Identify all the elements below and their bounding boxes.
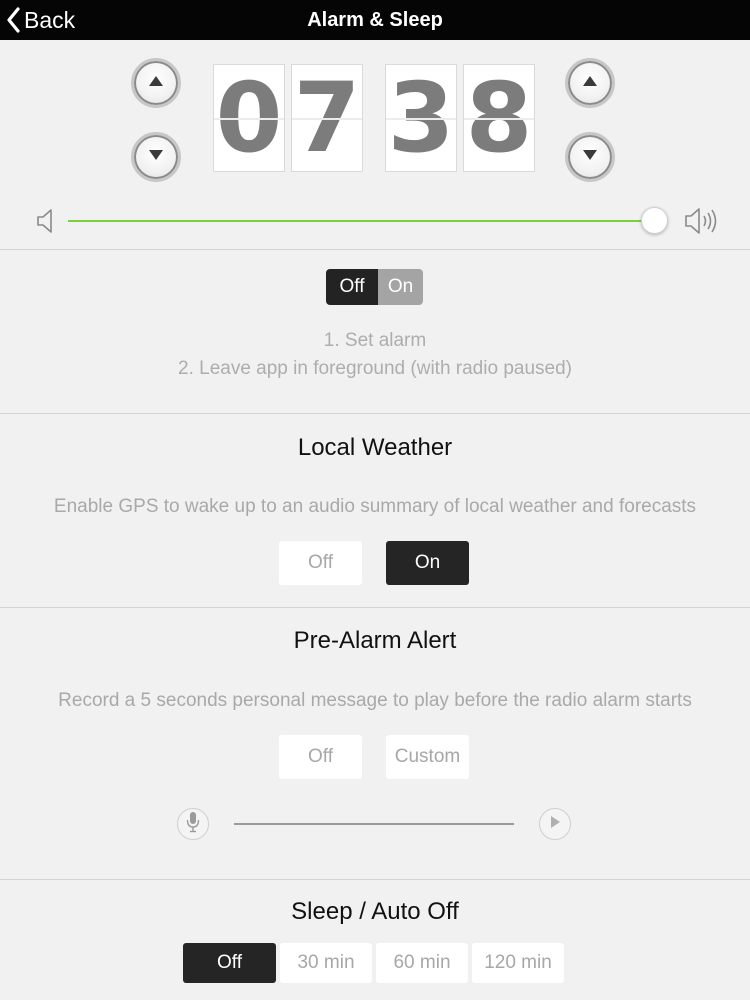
weather-on-button[interactable]: On (386, 541, 469, 585)
minute-up-button[interactable] (565, 58, 615, 108)
weather-off-button[interactable]: Off (279, 541, 362, 585)
prealarm-title: Pre-Alarm Alert (293, 627, 457, 654)
sleep-title: Sleep / Auto Off (291, 898, 459, 925)
weather-title: Local Weather (297, 434, 453, 461)
triangle-down-icon (148, 148, 164, 166)
triangle-up-icon (148, 74, 164, 92)
volume-slider-thumb[interactable] (640, 207, 668, 234)
hour-up-button[interactable] (131, 58, 181, 108)
triangle-down-icon (582, 148, 598, 166)
sleep-120min-button[interactable]: 120 min (472, 943, 564, 983)
hour-down-button[interactable] (131, 132, 181, 182)
alarm-hint-line2: 2. Leave app in foreground (with radio p… (178, 358, 572, 379)
alarm-off-button[interactable]: Off (326, 269, 378, 305)
alarm-on-button[interactable]: On (378, 269, 423, 305)
alarm-hint-line1: 1. Set alarm (323, 330, 427, 351)
divider (0, 249, 750, 250)
speaker-icon (36, 208, 56, 239)
sleep-30min-button[interactable]: 30 min (280, 943, 372, 983)
play-icon (549, 815, 561, 834)
minute-down-button[interactable] (565, 132, 615, 182)
sleep-60min-button[interactable]: 60 min (376, 943, 468, 983)
prealarm-description: Record a 5 seconds personal message to p… (58, 690, 692, 711)
play-button[interactable] (539, 808, 571, 840)
weather-description: Enable GPS to wake up to an audio summar… (53, 496, 697, 517)
hour-tens-digit: 0 (213, 64, 285, 172)
hour-ones-digit: 7 (291, 64, 363, 172)
divider (0, 607, 750, 608)
minute-ones-digit: 8 (463, 64, 535, 172)
sleep-off-button[interactable]: Off (183, 943, 276, 983)
microphone-icon (186, 811, 200, 838)
prealarm-custom-button[interactable]: Custom (386, 735, 469, 779)
triangle-up-icon (582, 74, 598, 92)
nav-bar: Back Alarm & Sleep (0, 0, 750, 40)
recording-progress-track (234, 823, 514, 825)
speaker-loud-icon (684, 206, 720, 241)
prealarm-off-button[interactable]: Off (279, 735, 362, 779)
minute-tens-digit: 3 (385, 64, 457, 172)
divider (0, 879, 750, 880)
volume-track (68, 220, 655, 222)
record-button[interactable] (177, 808, 209, 840)
page-title: Alarm & Sleep (307, 9, 443, 31)
divider (0, 413, 750, 414)
alarm-toggle: Off On (326, 269, 423, 305)
